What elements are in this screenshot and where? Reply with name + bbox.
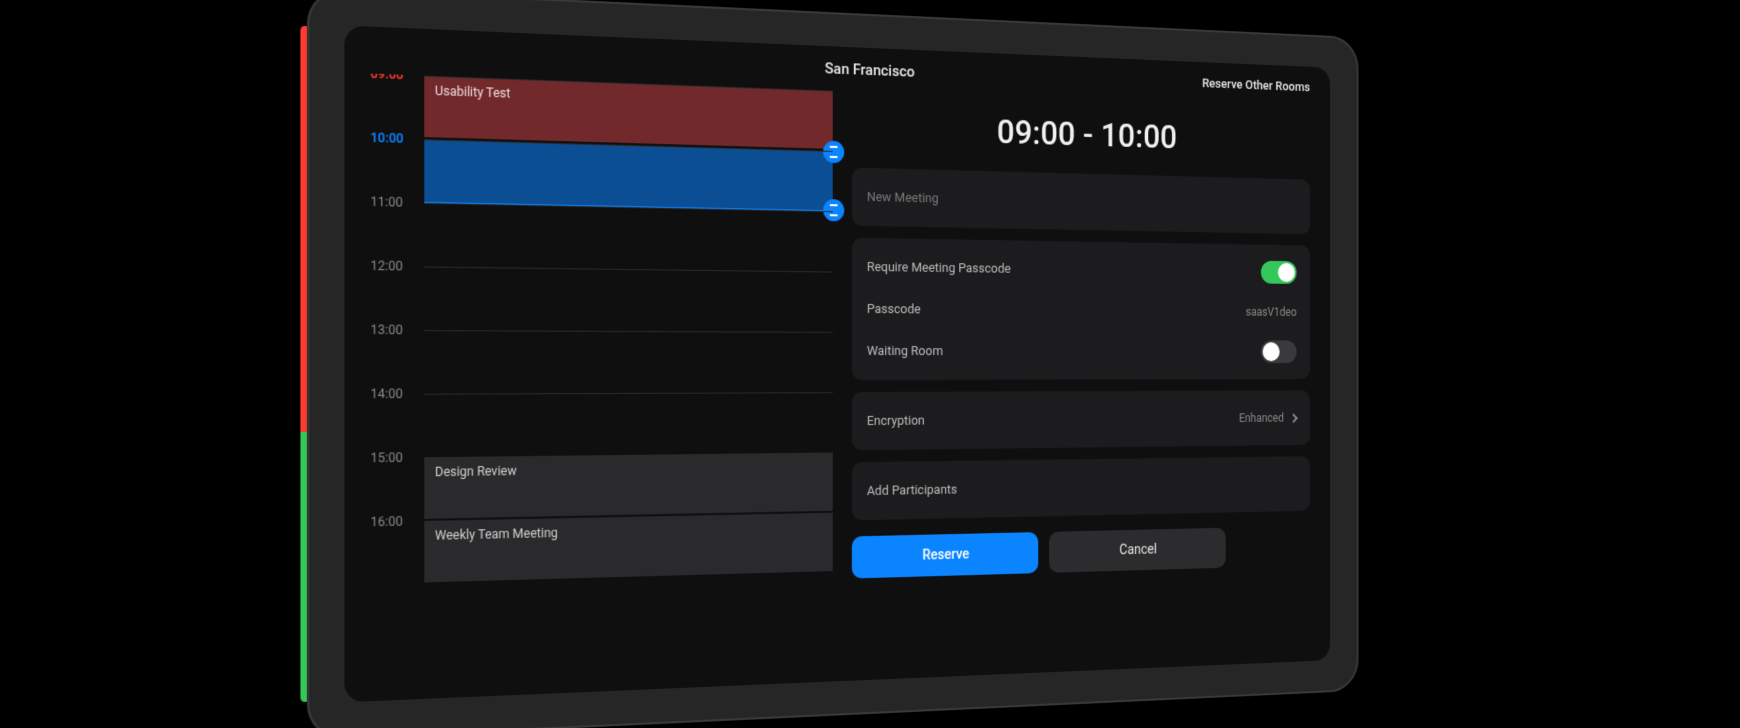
add-participants-label: Add Participants	[867, 482, 957, 498]
hour-label: 15:00	[370, 450, 420, 465]
hour-line	[424, 452, 832, 458]
hour-line	[424, 513, 832, 522]
meeting-topic-placeholder: New Meeting	[867, 189, 939, 206]
hour-line	[424, 266, 832, 272]
encryption-label: Encryption	[867, 413, 925, 428]
add-participants-row[interactable]: Add Participants	[852, 456, 1311, 520]
hour-label: 09:00	[370, 73, 420, 83]
passcode-label: Passcode	[867, 301, 921, 316]
reservation-form: 09:00 - 10:00 New Meeting Require Meetin…	[852, 91, 1311, 658]
cancel-button[interactable]: Cancel	[1049, 528, 1226, 573]
status-light-edge	[300, 26, 307, 702]
reserve-other-rooms-link[interactable]: Reserve Other Rooms	[1202, 62, 1310, 108]
hour-row[interactable]: 16:00	[370, 513, 832, 586]
hour-line	[424, 76, 832, 92]
tablet-device: San Francisco Reserve Other Rooms Usabil…	[307, 0, 1358, 728]
hour-row[interactable]: 13:00	[370, 330, 832, 394]
hour-row[interactable]: 12:00	[370, 266, 832, 332]
timeline[interactable]: Usability Test Design ReviewWeekly Team M…	[370, 74, 832, 586]
calendar-event[interactable]: Design Review	[424, 452, 832, 518]
hour-label: 11:00	[370, 194, 420, 210]
hour-label: 14:00	[370, 386, 420, 401]
hour-row[interactable]: 14:00	[370, 392, 832, 458]
require-passcode-label: Require Meeting Passcode	[867, 259, 1011, 276]
calendar-event[interactable]: Usability Test	[424, 76, 832, 149]
hour-row[interactable]: 10:00	[370, 138, 832, 212]
room-name: San Francisco	[825, 59, 915, 81]
hour-row[interactable]: 11:00	[370, 202, 832, 272]
reserve-button[interactable]: Reserve	[852, 532, 1038, 578]
calendar-event[interactable]: Weekly Team Meeting	[424, 513, 832, 583]
passcode-value[interactable]: saasV1deo	[1246, 305, 1297, 319]
time-selection[interactable]	[424, 139, 832, 211]
hour-label: 12:00	[370, 258, 420, 274]
hour-row[interactable]: 15:00	[370, 452, 832, 522]
hour-line	[424, 203, 832, 212]
require-passcode-toggle[interactable]	[1261, 261, 1297, 284]
encryption-row[interactable]: Encryption Enhanced	[852, 390, 1311, 450]
security-settings-card: Require Meeting Passcode Passcode saasV1…	[852, 238, 1311, 380]
meeting-topic-input[interactable]: New Meeting	[852, 168, 1311, 235]
hour-label: 13:00	[370, 322, 420, 337]
waiting-room-label: Waiting Room	[867, 343, 943, 358]
hour-line	[424, 139, 832, 152]
hour-label: 16:00	[370, 514, 420, 530]
hour-label: 10:00	[370, 130, 420, 146]
screen: San Francisco Reserve Other Rooms Usabil…	[344, 26, 1330, 703]
selected-time-range: 09:00 - 10:00	[852, 107, 1311, 161]
chevron-right-icon	[1289, 414, 1297, 423]
hour-line	[424, 330, 832, 333]
selection-handle-top[interactable]	[823, 141, 844, 164]
hour-line	[424, 392, 832, 395]
hour-row[interactable]: 09:00	[370, 74, 832, 151]
selection-handle-bottom[interactable]	[823, 199, 844, 222]
waiting-room-toggle[interactable]	[1261, 340, 1297, 363]
encryption-value: Enhanced	[1239, 411, 1297, 425]
